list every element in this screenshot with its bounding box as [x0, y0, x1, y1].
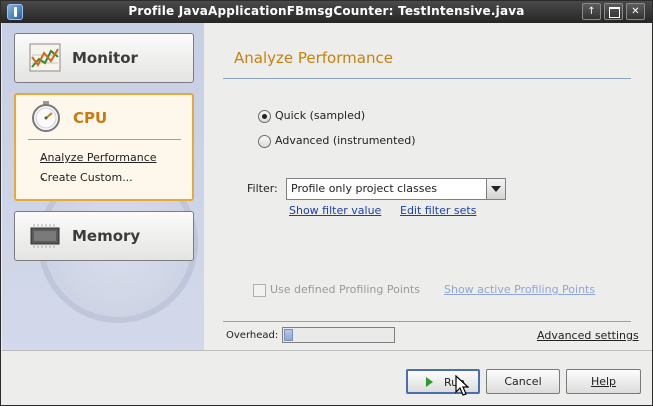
profiling-points-checkbox[interactable]: [253, 284, 266, 297]
overhead-meter-fill: [284, 329, 293, 341]
heading-divider: [223, 78, 631, 79]
profile-dialog: Profile JavaApplicationFBmsgCounter: Tes…: [0, 0, 653, 406]
show-active-profiling-points-link[interactable]: Show active Profiling Points: [444, 283, 595, 296]
category-cpu-label: CPU: [73, 109, 108, 127]
advanced-instrumented-label[interactable]: Advanced (instrumented): [275, 134, 416, 147]
filter-selected-value: Profile only project classes: [291, 182, 437, 195]
window-up-button[interactable]: ↑: [582, 3, 601, 20]
maximize-button[interactable]: [604, 3, 623, 20]
edit-filter-sets-link[interactable]: Edit filter sets: [400, 204, 476, 217]
advanced-instrumented-radio[interactable]: [258, 135, 271, 148]
category-cpu[interactable]: CPU Analyze Performance Create Custom...: [14, 93, 194, 201]
cpu-separator: [28, 139, 181, 140]
quick-sampled-radio[interactable]: [258, 110, 271, 123]
window-title: Profile JavaApplicationFBmsgCounter: Tes…: [128, 4, 525, 18]
chevron-down-icon[interactable]: [486, 179, 505, 199]
settings-panel: Analyze Performance Quick (sampled) Adva…: [204, 23, 652, 350]
filter-label: Filter:: [247, 182, 278, 195]
category-monitor[interactable]: Monitor: [14, 33, 194, 83]
help-button-label: Help: [590, 375, 617, 388]
category-memory[interactable]: Memory: [14, 211, 194, 261]
profiling-points-label: Use defined Profiling Points: [270, 283, 420, 296]
title-bar[interactable]: Profile JavaApplicationFBmsgCounter: Tes…: [1, 1, 652, 23]
cancel-button[interactable]: Cancel: [486, 369, 560, 394]
overhead-meter: [282, 327, 395, 343]
profiling-categories-panel: Monitor CPU Analyze Performance Create C…: [2, 23, 204, 350]
category-monitor-label: Monitor: [72, 49, 138, 67]
dialog-buttons: Run Cancel Help: [2, 350, 652, 405]
memory-chip-icon: [30, 224, 60, 248]
mouse-cursor-icon: [455, 375, 469, 396]
footer-divider: [223, 321, 631, 322]
play-icon: [426, 377, 433, 387]
subitem-create-custom[interactable]: Create Custom...: [40, 171, 133, 184]
close-button[interactable]: ✕: [626, 3, 645, 20]
stopwatch-icon: [32, 101, 60, 132]
help-button[interactable]: Help: [566, 369, 641, 394]
page-title: Analyze Performance: [234, 49, 393, 67]
filter-dropdown[interactable]: Profile only project classes: [286, 178, 506, 200]
subitem-analyze-performance[interactable]: Analyze Performance: [40, 151, 157, 164]
overhead-label: Overhead:: [226, 330, 279, 341]
quick-sampled-label[interactable]: Quick (sampled): [275, 109, 365, 122]
monitor-chart-icon: [29, 43, 61, 72]
category-memory-label: Memory: [72, 227, 141, 245]
show-filter-value-link[interactable]: Show filter value: [289, 204, 381, 217]
advanced-settings-link[interactable]: Advanced settings: [537, 329, 639, 342]
